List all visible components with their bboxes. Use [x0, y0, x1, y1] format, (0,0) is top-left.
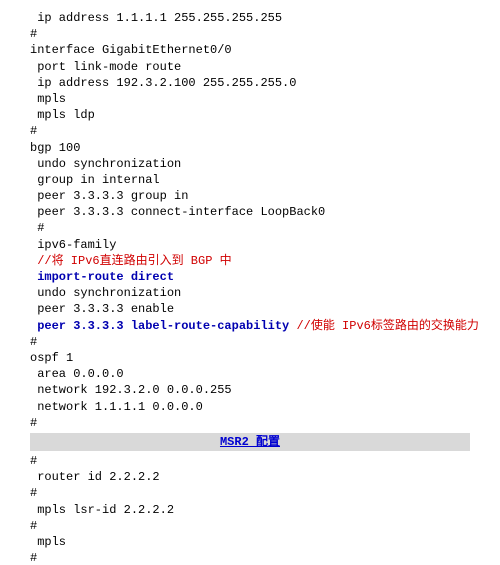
cfg-line: mpls lsr-id 2.2.2.2 [30, 502, 470, 518]
cfg-line: # [30, 220, 470, 236]
cfg-highlight-text: peer 3.3.3.3 label-route-capability [30, 319, 296, 333]
cfg-line: area 0.0.0.0 [30, 366, 470, 382]
cfg-line: # [30, 453, 470, 469]
cfg-line: undo synchronization [30, 156, 470, 172]
cfg-inline-comment: //使能 IPv6标签路由的交换能力 [296, 319, 478, 333]
cfg-line: router id 2.2.2.2 [30, 469, 470, 485]
cfg-line: undo synchronization [30, 285, 470, 301]
cfg-line: # [30, 415, 470, 431]
cfg-line: # [30, 518, 470, 534]
cfg-line: peer 3.3.3.3 enable [30, 301, 470, 317]
cfg-line: peer 3.3.3.3 group in [30, 188, 470, 204]
cfg-line: # [30, 550, 470, 565]
cfg-highlight: peer 3.3.3.3 label-route-capability //使能… [30, 318, 470, 334]
cfg-line: bgp 100 [30, 140, 470, 156]
cfg-line: ip address 1.1.1.1 255.255.255.255 [30, 10, 470, 26]
cfg-line: ospf 1 [30, 350, 470, 366]
cfg-line: port link-mode route [30, 59, 470, 75]
cfg-line: peer 3.3.3.3 connect-interface LoopBack0 [30, 204, 470, 220]
cfg-line: interface GigabitEthernet0/0 [30, 42, 470, 58]
cfg-line: # [30, 334, 470, 350]
cfg-line: mpls ldp [30, 107, 470, 123]
cfg-line: mpls [30, 91, 470, 107]
config-document: ip address 1.1.1.1 255.255.255.255 # int… [0, 0, 500, 565]
cfg-line: group in internal [30, 172, 470, 188]
cfg-line: network 1.1.1.1 0.0.0.0 [30, 399, 470, 415]
cfg-line: # [30, 485, 470, 501]
cfg-line: # [30, 26, 470, 42]
cfg-line: mpls [30, 534, 470, 550]
cfg-line: # [30, 123, 470, 139]
cfg-line: network 192.3.2.0 0.0.0.255 [30, 382, 470, 398]
cfg-line: ip address 192.3.2.100 255.255.255.0 [30, 75, 470, 91]
section-header: MSR2 配置 [30, 433, 470, 451]
cfg-comment: //将 IPv6直连路由引入到 BGP 中 [30, 253, 470, 269]
cfg-highlight: import-route direct [30, 269, 470, 285]
cfg-line: ipv6-family [30, 237, 470, 253]
